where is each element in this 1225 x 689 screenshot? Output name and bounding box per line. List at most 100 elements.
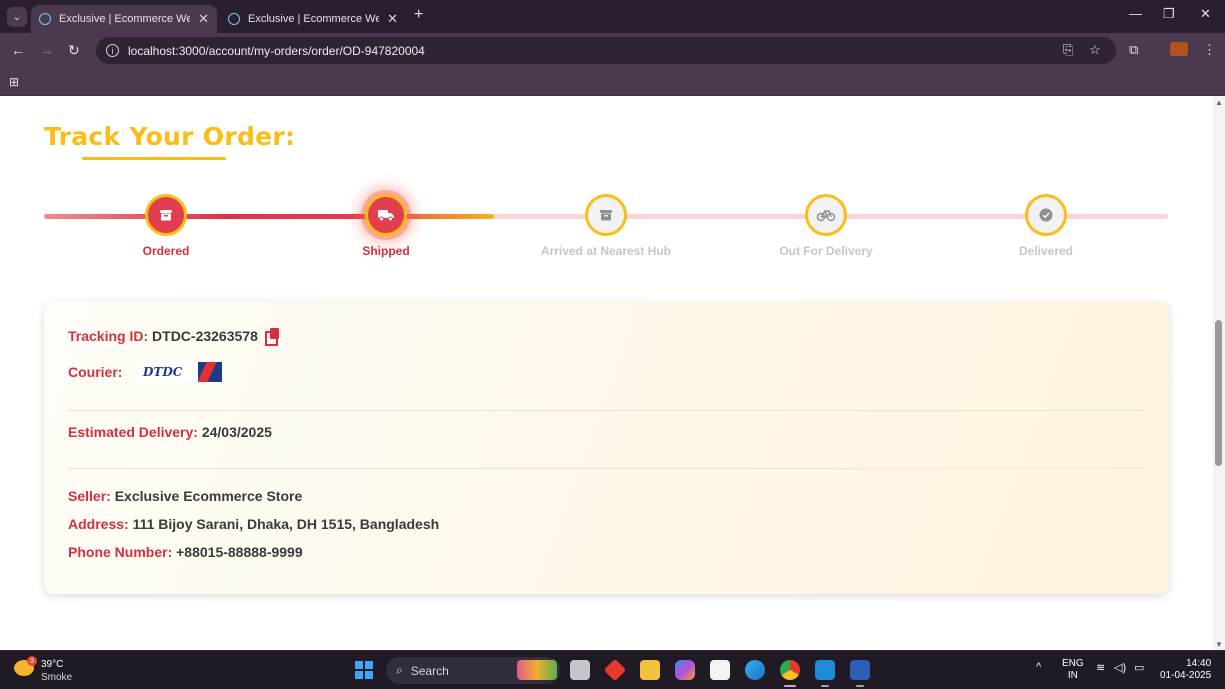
- input-language[interactable]: ENG IN: [1062, 658, 1084, 682]
- word-icon[interactable]: [850, 660, 870, 680]
- tray-chevron-icon[interactable]: ^: [1036, 661, 1041, 673]
- tracking-label: Tracking ID:: [68, 328, 149, 344]
- restore-icon[interactable]: ❐: [1163, 6, 1175, 22]
- chrome-active-indicator: [784, 685, 796, 687]
- forward-icon[interactable]: →: [40, 42, 54, 58]
- edge-icon[interactable]: [745, 660, 765, 680]
- tulip-widget-icon[interactable]: [517, 660, 557, 680]
- seller-name: Exclusive Ecommerce Store: [114, 488, 303, 504]
- word-running-indicator: [856, 685, 864, 687]
- browser-tab-strip: ⌄ Exclusive | Ecommerce Website ✕ Exclus…: [0, 0, 1225, 33]
- phone-label: Phone Number:: [68, 544, 173, 560]
- step-label: Delivered: [1018, 244, 1074, 258]
- start-button-icon[interactable]: [355, 661, 373, 679]
- page-viewport: Track Your Order: Ordered Shipped Arrive…: [0, 96, 1213, 650]
- system-clock[interactable]: 14:40 01-04-2025: [1160, 658, 1211, 682]
- language-code: ENG: [1062, 658, 1084, 669]
- menu-kebab-icon[interactable]: ⋮: [1203, 42, 1216, 58]
- phone-row: Phone Number: +88015-88888-9999: [68, 544, 303, 560]
- weather-badge: 3: [27, 656, 37, 666]
- bookmarks-bar: ⊞: [0, 68, 1225, 96]
- volume-icon[interactable]: ◁): [1114, 661, 1126, 674]
- courier-logo-swoosh: [198, 362, 222, 382]
- copilot-icon[interactable]: [675, 660, 695, 680]
- reload-icon[interactable]: ↻: [68, 42, 80, 59]
- browser-tab[interactable]: Exclusive | Ecommerce Website ✕: [220, 5, 406, 33]
- tracking-row: Tracking ID: DTDC-23263578: [68, 328, 279, 346]
- estimated-delivery-row: Estimated Delivery: 24/03/2025: [68, 424, 272, 440]
- address-row: Address: 111 Bijoy Sarani, Dhaka, DH 151…: [68, 516, 439, 532]
- phone-value[interactable]: +88015-88888-9999: [176, 544, 303, 560]
- truck-icon: [378, 210, 394, 222]
- windows-taskbar: 3 39°C Smoke ⌕ Search ^ ENG IN ≋ ◁) ▭ 14…: [0, 650, 1225, 689]
- task-view-icon[interactable]: [570, 660, 590, 680]
- tab-title: Exclusive | Ecommerce Website: [59, 13, 191, 25]
- bicycle-icon: [816, 210, 836, 222]
- chrome-icon[interactable]: [780, 660, 800, 680]
- browser-tab-active[interactable]: Exclusive | Ecommerce Website ✕: [31, 5, 217, 33]
- step-circle: [1025, 194, 1067, 236]
- site-info-icon[interactable]: i: [106, 44, 119, 57]
- tab-search-button[interactable]: ⌄: [7, 7, 27, 27]
- battery-icon[interactable]: ▭: [1134, 661, 1144, 674]
- back-icon[interactable]: ←: [11, 42, 25, 58]
- title-underline: [82, 157, 226, 160]
- address-label: Address:: [68, 516, 129, 532]
- install-app-icon[interactable]: ⎘: [1063, 42, 1073, 58]
- address-value: 111 Bijoy Sarani, Dhaka, DH 1515, Bangla…: [132, 516, 440, 532]
- step-label: Out For Delivery: [779, 244, 873, 258]
- step-circle: [805, 194, 847, 236]
- step-label: Ordered: [142, 244, 190, 258]
- page-scrollbar[interactable]: ▲ ▼: [1213, 96, 1225, 650]
- step-circle: [145, 194, 187, 236]
- file-explorer-icon[interactable]: [640, 660, 660, 680]
- react-favicon-icon: [39, 13, 51, 25]
- estimated-date: 24/03/2025: [201, 424, 272, 440]
- weather-condition[interactable]: Smoke: [41, 672, 72, 683]
- vscode-running-indicator: [821, 685, 829, 687]
- new-tab-button[interactable]: +: [414, 6, 423, 24]
- warehouse-icon: [600, 210, 612, 221]
- courier-logo: DTDC: [140, 362, 222, 382]
- step-out-for-delivery: Out For Delivery: [746, 194, 906, 258]
- copy-icon[interactable]: [264, 328, 279, 346]
- tab-title: Exclusive | Ecommerce Website: [248, 13, 380, 25]
- clock-date: 01-04-2025: [1160, 670, 1212, 681]
- step-label: Arrived at Nearest Hub: [540, 244, 672, 258]
- app-icon[interactable]: [603, 658, 627, 682]
- minimize-icon[interactable]: —: [1129, 6, 1142, 21]
- courier-logo-text: DTDC: [140, 362, 198, 382]
- react-favicon-icon: [228, 13, 240, 25]
- step-delivered: Delivered: [966, 194, 1126, 258]
- clock-time: 14:40: [1186, 658, 1212, 669]
- seller-label: Seller:: [68, 488, 111, 504]
- bookmark-star-icon[interactable]: ☆: [1089, 42, 1101, 58]
- close-window-icon[interactable]: ✕: [1200, 6, 1211, 22]
- box-icon: [160, 210, 172, 221]
- scroll-up-icon[interactable]: ▲: [1215, 98, 1223, 107]
- language-region: IN: [1067, 670, 1078, 681]
- extensions-icon[interactable]: ⧉: [1129, 42, 1138, 58]
- close-tab-icon[interactable]: ✕: [387, 11, 398, 27]
- weather-temperature[interactable]: 39°C: [41, 659, 63, 670]
- tracking-id: DTDC-23263578: [152, 328, 258, 344]
- step-shipped: Shipped: [306, 194, 466, 258]
- scroll-down-icon[interactable]: ▼: [1215, 640, 1223, 649]
- url-text: localhost:3000/account/my-orders/order/O…: [128, 43, 425, 58]
- close-tab-icon[interactable]: ✕: [198, 11, 209, 27]
- courier-row: Courier:: [68, 364, 122, 380]
- scrollbar-thumb[interactable]: [1215, 320, 1222, 466]
- browser-toolbar: ← → ↻ i localhost:3000/account/my-orders…: [0, 33, 1225, 68]
- wifi-icon[interactable]: ≋: [1096, 661, 1105, 674]
- profile-avatar[interactable]: [1170, 42, 1188, 56]
- estimated-label: Estimated Delivery:: [68, 424, 198, 440]
- vscode-icon[interactable]: [815, 660, 835, 680]
- step-arrived-hub: Arrived at Nearest Hub: [526, 194, 686, 258]
- address-bar[interactable]: i localhost:3000/account/my-orders/order…: [96, 37, 1116, 64]
- step-circle: [365, 194, 407, 236]
- page-title: Track Your Order:: [44, 122, 296, 151]
- divider: [68, 410, 1144, 411]
- store-icon[interactable]: [710, 660, 730, 680]
- step-circle: [585, 194, 627, 236]
- apps-grid-icon[interactable]: ⊞: [9, 75, 19, 89]
